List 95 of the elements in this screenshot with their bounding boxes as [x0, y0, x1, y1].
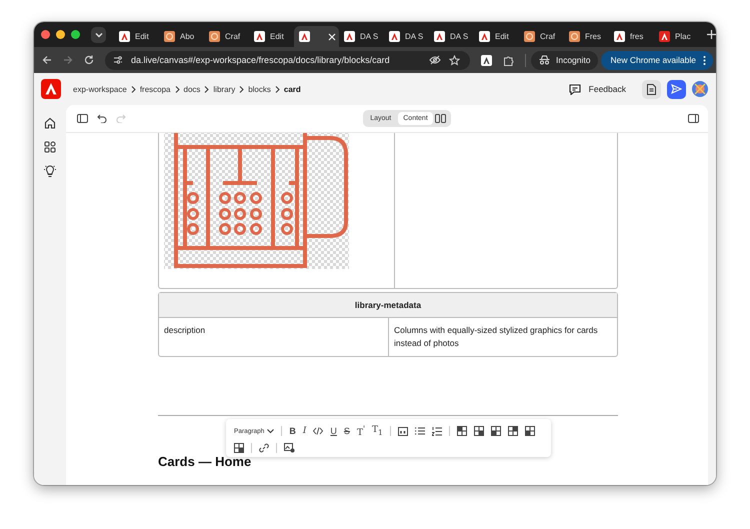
table-icon[interactable]: [456, 426, 467, 436]
numbered-list-icon[interactable]: [432, 426, 442, 436]
breadcrumb-link[interactable]: docs: [184, 84, 200, 94]
avatar-icon[interactable]: [692, 81, 708, 97]
table-cell: Columns with equally-sized stylized graphics for cards instead of photos: [388, 318, 617, 356]
favicon-icon: [479, 31, 490, 42]
table-icon[interactable]: [508, 426, 518, 436]
address-bar[interactable]: da.live/canvas#/exp-workspace/frescopa/docs/library/blocks/card: [105, 50, 470, 70]
image-icon[interactable]: [284, 443, 295, 453]
browser-tab[interactable]: Abo: [159, 26, 204, 47]
puzzle-icon[interactable]: [502, 54, 514, 66]
favicon-icon: [614, 31, 625, 42]
favicon-icon: [569, 31, 580, 42]
incognito-badge[interactable]: Incognito: [530, 50, 598, 70]
chevron-icon: [204, 86, 210, 92]
favicon-icon: [299, 31, 310, 42]
more-icon[interactable]: [703, 56, 706, 64]
site-settings-icon[interactable]: [113, 55, 123, 65]
format-button[interactable]: B: [289, 425, 296, 437]
browser-tab[interactable]: Edit: [114, 26, 159, 47]
table-header: library-metadata: [159, 293, 617, 318]
lightbulb-icon[interactable]: [44, 165, 56, 178]
code-icon[interactable]: [313, 427, 324, 435]
browser-tab[interactable]: DA S: [384, 26, 429, 47]
home-icon[interactable]: [44, 117, 56, 129]
favicon-icon: [524, 31, 535, 42]
url-text: da.live/canvas#/exp-workspace/frescopa/docs/library/blocks/card: [131, 55, 390, 65]
bullet-list-icon[interactable]: [414, 427, 425, 435]
breadcrumb-link[interactable]: blocks: [248, 84, 271, 94]
extension-icon[interactable]: [480, 54, 492, 66]
format-button[interactable]: I: [302, 425, 306, 437]
new-tab-icon[interactable]: [707, 30, 716, 39]
favicon-icon: [209, 31, 220, 42]
app-logo-icon[interactable]: [41, 79, 61, 99]
table-icon[interactable]: [474, 426, 484, 436]
comment-icon: [568, 84, 581, 94]
format-button[interactable]: T$_{1}$: [372, 424, 383, 438]
chevron-icon: [239, 86, 244, 92]
browser-tab[interactable]: Fres: [564, 26, 609, 47]
browser-tab[interactable]: Craf: [519, 26, 564, 47]
table-icon[interactable]: [490, 426, 501, 436]
caret-icon: [267, 428, 274, 434]
format-button[interactable]: T$^{'}$: [356, 423, 366, 439]
star-icon[interactable]: [448, 54, 460, 66]
document-heading: Cards — Home: [158, 454, 252, 469]
undo-icon[interactable]: [97, 114, 107, 123]
favicon-icon: [164, 31, 175, 42]
favicon-icon: [659, 31, 670, 42]
eye-slash-icon[interactable]: [428, 55, 441, 65]
chevron-icon: [274, 86, 280, 92]
close-icon[interactable]: [328, 32, 336, 40]
favicon-icon: [119, 31, 130, 42]
table-icon[interactable]: [524, 426, 535, 436]
table-icon[interactable]: [234, 443, 244, 453]
sidebar-icon[interactable]: [77, 114, 88, 123]
forward-icon[interactable]: [63, 55, 73, 65]
favicon-icon: [434, 31, 445, 42]
update-chrome-button[interactable]: New Chrome available: [601, 50, 713, 70]
link-icon[interactable]: [259, 443, 269, 453]
browser-tab[interactable]: Edit: [249, 26, 294, 47]
minimize-window-button[interactable]: [56, 30, 65, 39]
quote-icon[interactable]: [398, 426, 408, 436]
favicon-icon: [389, 31, 400, 42]
format-button[interactable]: U: [330, 425, 337, 437]
back-icon[interactable]: [42, 55, 52, 65]
document-icon: [647, 84, 656, 94]
publish-button[interactable]: [667, 80, 686, 98]
format-button[interactable]: S: [344, 425, 350, 437]
browser-tab[interactable]: DA S: [339, 26, 384, 47]
reload-icon[interactable]: [84, 55, 94, 65]
browser-tab[interactable]: fres: [609, 26, 654, 47]
panel-icon[interactable]: [688, 114, 699, 123]
breadcrumb-link[interactable]: card: [284, 84, 301, 94]
browser-tab[interactable]: Edit: [474, 26, 519, 47]
chevron-icon: [174, 86, 180, 92]
document-button[interactable]: [642, 80, 661, 98]
incognito-icon: [538, 55, 550, 65]
browser-tab[interactable]: Craf: [204, 26, 249, 47]
tab-search-button[interactable]: [91, 26, 106, 42]
blocks-icon[interactable]: [44, 141, 56, 153]
browser-tab[interactable]: Plac: [654, 26, 699, 47]
breadcrumb-link[interactable]: exp-workspace: [73, 84, 127, 94]
split-view-icon[interactable]: [434, 114, 446, 123]
send-icon: [671, 84, 682, 94]
browser-tab[interactable]: [294, 26, 339, 47]
chevron-icon: [130, 86, 136, 92]
feedback-button[interactable]: Feedback: [562, 82, 632, 96]
favicon-icon: [254, 31, 265, 42]
breadcrumb-link[interactable]: frescopa: [140, 84, 170, 94]
favicon-icon: [344, 31, 355, 42]
browser-tab[interactable]: DA S: [429, 26, 474, 47]
table-cell-text: description: [163, 324, 206, 337]
breadcrumb-link[interactable]: library: [213, 84, 236, 94]
close-window-button[interactable]: [41, 30, 50, 39]
zoom-window-button[interactable]: [71, 30, 80, 39]
